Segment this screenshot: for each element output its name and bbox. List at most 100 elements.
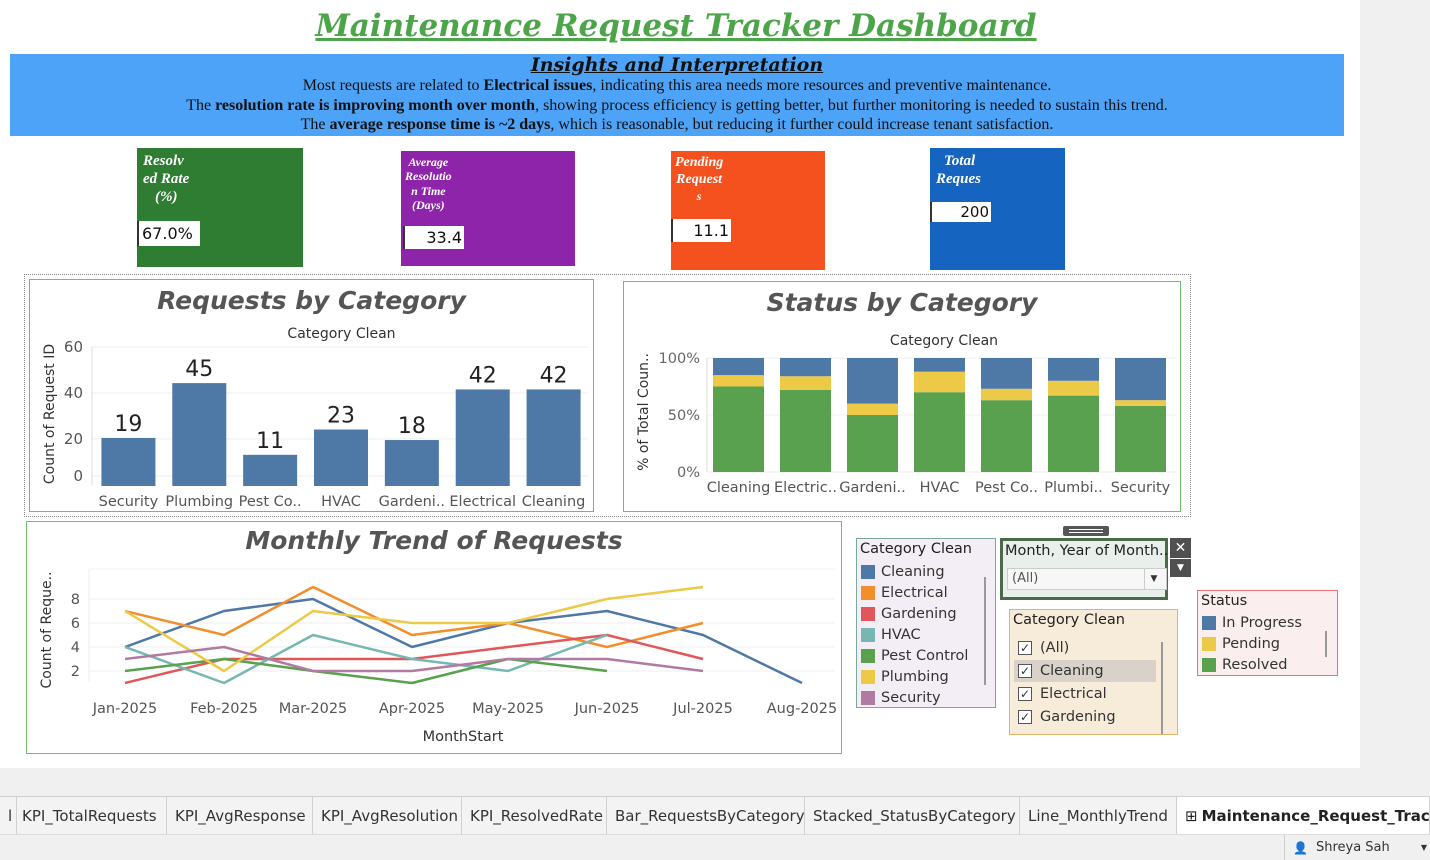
x-tick-label: Plumbi.. — [1044, 480, 1103, 496]
color-swatch — [861, 565, 875, 579]
more-options-icon[interactable]: ▼ — [1170, 559, 1191, 577]
chevron-down-icon: ▼ — [1144, 569, 1163, 589]
category-filter-title: Category Clean — [1013, 612, 1125, 628]
sheet-tab[interactable]: Stacked_StatusByCategory — [805, 797, 1020, 835]
checkbox[interactable]: ✓ — [1018, 641, 1032, 655]
status-legend-label: Pending — [1222, 636, 1280, 652]
stacked-bar-segment — [914, 358, 965, 372]
bar — [172, 383, 227, 486]
sheet-tab[interactable]: KPI_AvgResolution — [313, 797, 462, 835]
user-icon: 👤 — [1293, 840, 1308, 855]
kpi-value: 33.4 — [403, 226, 464, 249]
month-filter-title: Month, Year of Month.. — [1005, 543, 1169, 559]
insight-emphasis: average response time is ~2 days — [329, 116, 551, 133]
x-tick-label: Gardeni.. — [379, 494, 445, 510]
category-legend-item[interactable]: Security — [861, 688, 941, 708]
x-tick-label: Jun-2025 — [574, 701, 640, 717]
user-area[interactable]: 👤 Shreya Sah ▼ — [1284, 835, 1430, 860]
filter-option-label: Cleaning — [1040, 663, 1104, 679]
requests-by-category-panel[interactable]: Requests by Category Category Clean 0 20 4… — [29, 279, 594, 512]
x-tick-label: Apr-2025 — [379, 701, 445, 717]
insight-emphasis: Electrical issues — [483, 77, 593, 94]
sheet-tab-label: Maintenance_Request_Trac... — [1201, 807, 1430, 825]
category-legend-item[interactable]: Electrical — [861, 583, 948, 603]
status-legend-title: Status — [1201, 593, 1248, 609]
stacked-bar-segment — [1115, 405, 1166, 472]
sheet-tab[interactable]: Line_MonthlyTrend — [1020, 797, 1177, 835]
kpi-total-requests[interactable]: Total Reques 200 — [930, 148, 1065, 270]
x-tick-label: May-2025 — [472, 701, 544, 717]
legend-scrollbar[interactable] — [984, 577, 986, 685]
requests-by-category-chart: 0 20 40 60 Count of Request ID 19 Security 45 Pl… — [42, 338, 588, 510]
color-swatch — [861, 607, 875, 621]
sheet-tab[interactable]: ⊞ Maintenance_Request_Trac... — [1177, 797, 1430, 835]
sheet-tab-label: KPI_ResolvedRate — [470, 807, 603, 825]
kpi-label: Resolutio — [405, 169, 452, 184]
month-filter-card[interactable]: Month, Year of Month.. (All) ▼ — [1000, 538, 1168, 600]
stacked-bar-segment — [1048, 380, 1099, 396]
color-swatch — [1202, 637, 1216, 651]
status-by-category-panel[interactable]: Status by Category Category Clean 0% 50% 1… — [623, 281, 1181, 512]
stacked-bar-segment — [981, 400, 1032, 472]
filter-option[interactable]: ✓ (All) — [1014, 637, 1156, 659]
card-drag-handle[interactable] — [1063, 526, 1109, 536]
category-legend-item[interactable]: Gardening — [861, 604, 957, 624]
monthly-trend-chart: 2 4 6 8 Count of Reque.. Jan-2025 Feb-2025 Mar-… — [39, 568, 837, 745]
status-legend[interactable]: Status In Progress Pending Resolved — [1197, 590, 1338, 676]
filter-scrollbar[interactable] — [1161, 642, 1163, 734]
stacked-bar-segment — [780, 389, 831, 472]
category-legend-label: Electrical — [881, 585, 948, 601]
checkbox[interactable]: ✓ — [1018, 710, 1032, 724]
filter-option[interactable]: ✓ Gardening — [1014, 706, 1156, 728]
kpi-average-resolution-time[interactable]: Average Resolutio n Time (Days) 33.4 — [401, 151, 575, 266]
category-filter[interactable]: Category Clean ✓ (All) ✓ Cleaning ✓ Electrica… — [1009, 609, 1178, 735]
x-tick-label: Mar-2025 — [279, 701, 348, 717]
kpi-value: 67.0% — [137, 221, 200, 246]
y-tick-label: 60 — [64, 338, 83, 356]
sheet-tab-label: Line_MonthlyTrend — [1028, 807, 1168, 825]
status-by-category-chart: 0% 50% 100% % of Total Coun.. Cleaning Electr… — [636, 351, 1176, 496]
insight-line-3: The average response time is ~2 days, wh… — [10, 115, 1344, 135]
category-legend-item[interactable]: HVAC — [861, 625, 921, 645]
checkbox[interactable]: ✓ — [1018, 664, 1032, 678]
kpi-resolved-rate[interactable]: Resolv ed Rate (%) 67.0% — [137, 148, 303, 267]
checkbox[interactable]: ✓ — [1018, 687, 1032, 701]
sheet-tab[interactable]: KPI_ResolvedRate — [462, 797, 607, 835]
status-legend-item[interactable]: Resolved — [1202, 655, 1288, 675]
category-legend[interactable]: Category Clean Cleaning Electrical Gardeni… — [856, 538, 996, 708]
close-icon[interactable]: ✕ — [1170, 538, 1191, 558]
category-legend-item[interactable]: Cleaning — [861, 562, 945, 582]
kpi-label: (%) — [155, 189, 178, 205]
kpi-label: Resolv — [143, 153, 184, 169]
sheet-tab[interactable]: KPI_AvgResponse — [167, 797, 313, 835]
y-axis-title: Count of Request ID — [42, 344, 58, 484]
category-legend-item[interactable]: Plumbing — [861, 667, 949, 687]
monthly-trend-panel[interactable]: Monthly Trend of Requests 2 4 6 8 Count of R… — [26, 521, 842, 754]
month-filter-dropdown[interactable]: (All) ▼ — [1007, 568, 1167, 590]
x-tick-label: Jul-2025 — [672, 701, 733, 717]
x-tick-label: Security — [99, 494, 159, 510]
sheet-tab[interactable]: Bar_RequestsByCategory — [607, 797, 805, 835]
y-tick-label: 2 — [71, 664, 80, 680]
status-legend-item[interactable]: Pending — [1202, 634, 1280, 654]
x-tick-label: HVAC — [321, 494, 361, 510]
kpi-pending-requests[interactable]: Pending Request s 11.1 — [671, 151, 825, 270]
sheet-tab[interactable]: KPI_TotalRequests — [14, 797, 167, 835]
y-axis-title: % of Total Coun.. — [636, 353, 652, 471]
legend-scrollbar[interactable] — [1325, 631, 1327, 657]
stacked-bar-segment — [1048, 395, 1099, 472]
user-name: Shreya Sah — [1315, 840, 1390, 855]
y-tick-label: 50% — [668, 408, 700, 424]
bar — [314, 429, 368, 486]
x-tick-label: Cleaning — [707, 480, 771, 496]
category-legend-item[interactable]: Pest Control — [861, 646, 968, 666]
insight-line-1: Most requests are related to Electrical … — [10, 76, 1344, 96]
bar-value-label: 19 — [114, 412, 142, 437]
kpi-label: Average — [408, 155, 449, 169]
status-legend-item[interactable]: In Progress — [1202, 613, 1302, 633]
insight-text: , showing process efficiency is getting … — [535, 96, 1168, 114]
bar — [101, 437, 156, 486]
filter-option[interactable]: ✓ Electrical — [1014, 683, 1156, 705]
filter-option[interactable]: ✓ Cleaning — [1014, 660, 1156, 682]
sheet-tab-label: Bar_RequestsByCategory — [615, 807, 805, 825]
